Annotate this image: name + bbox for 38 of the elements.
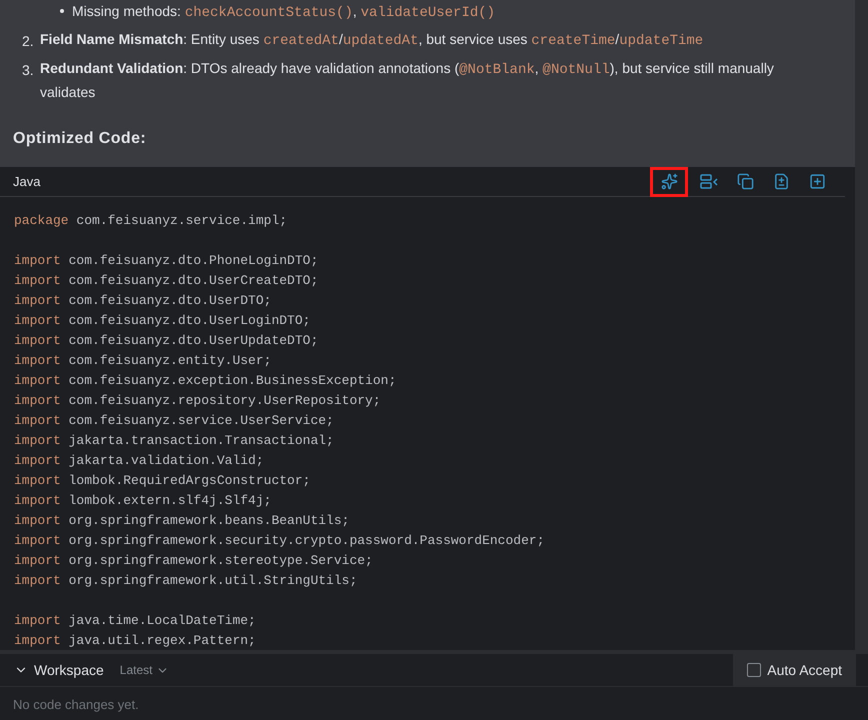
code-line: import com.feisuanyz.dto.UserDTO;: [14, 292, 272, 310]
code-line: import com.feisuanyz.dto.PhoneLoginDTO;: [14, 252, 318, 270]
list-item-text: Redundant Validation: DTOs already have validation annotations (@NotBlank, @NotNull), but service still manually validates: [40, 59, 775, 102]
code-line: import com.feisuanyz.service.UserService;: [14, 412, 334, 430]
language-label: Java: [13, 172, 40, 191]
plus-square-icon: [808, 173, 826, 190]
auto-accept-toggle[interactable]: Auto Accept: [733, 654, 856, 686]
code-line: import com.feisuanyz.dto.UserLoginDTO;: [14, 312, 310, 330]
code-line: import com.feisuanyz.repository.UserRepository;: [14, 392, 381, 410]
empty-message: No code changes yet.: [12, 696, 140, 714]
code-line: import com.feisuanyz.entity.User;: [14, 352, 272, 370]
code-line: import org.springframework.beans.BeanUtils;: [14, 512, 350, 530]
code-line: import java.time.LocalDateTime;: [14, 612, 256, 630]
code-line: import java.util.regex.Pattern;: [14, 632, 256, 650]
collapse-button[interactable]: Workspace: [14, 660, 104, 680]
file-diff-icon: [772, 173, 790, 190]
code-line: import org.springframework.util.StringUtils;: [14, 572, 358, 590]
list-number: 2.: [22, 32, 34, 51]
code-line: import org.springframework.security.crypto.password.PasswordEncoder;: [14, 532, 544, 550]
code-line: package com.feisuanyz.service.impl;: [14, 212, 288, 230]
code-line: import com.feisuanyz.dto.UserUpdateDTO;: [14, 332, 318, 350]
code-line: import jakarta.validation.Valid;: [14, 452, 264, 470]
sparkle-icon: [660, 173, 678, 190]
checkbox[interactable]: [747, 663, 762, 677]
section-heading: Optimized Code:: [12, 129, 148, 149]
copy-icon: [736, 173, 754, 190]
code-line: import com.feisuanyz.exception.BusinessException;: [14, 372, 396, 390]
code-line: import lombok.extern.slf4j.Slf4j;: [14, 492, 272, 510]
list-item-text: Missing methods: checkAccountStatus(), validateUserId(): [72, 2, 496, 23]
insert-icon: [700, 174, 718, 190]
version-dropdown[interactable]: Latest: [120, 661, 170, 679]
code-line: import com.feisuanyz.dto.UserCreateDTO;: [14, 272, 318, 290]
list-item-text: Field Name Mismatch: Entity uses createdAt/updatedAt, but service uses createTime/updateTime: [40, 30, 704, 51]
code-line: import org.springframework.stereotype.Service;: [14, 552, 373, 570]
code-line: import jakarta.transaction.Transactional;: [14, 432, 334, 450]
toolbar-button[interactable]: [650, 166, 688, 196]
list-number: 3.: [22, 61, 34, 80]
code-line: import lombok.RequiredArgsConstructor;: [14, 472, 310, 490]
